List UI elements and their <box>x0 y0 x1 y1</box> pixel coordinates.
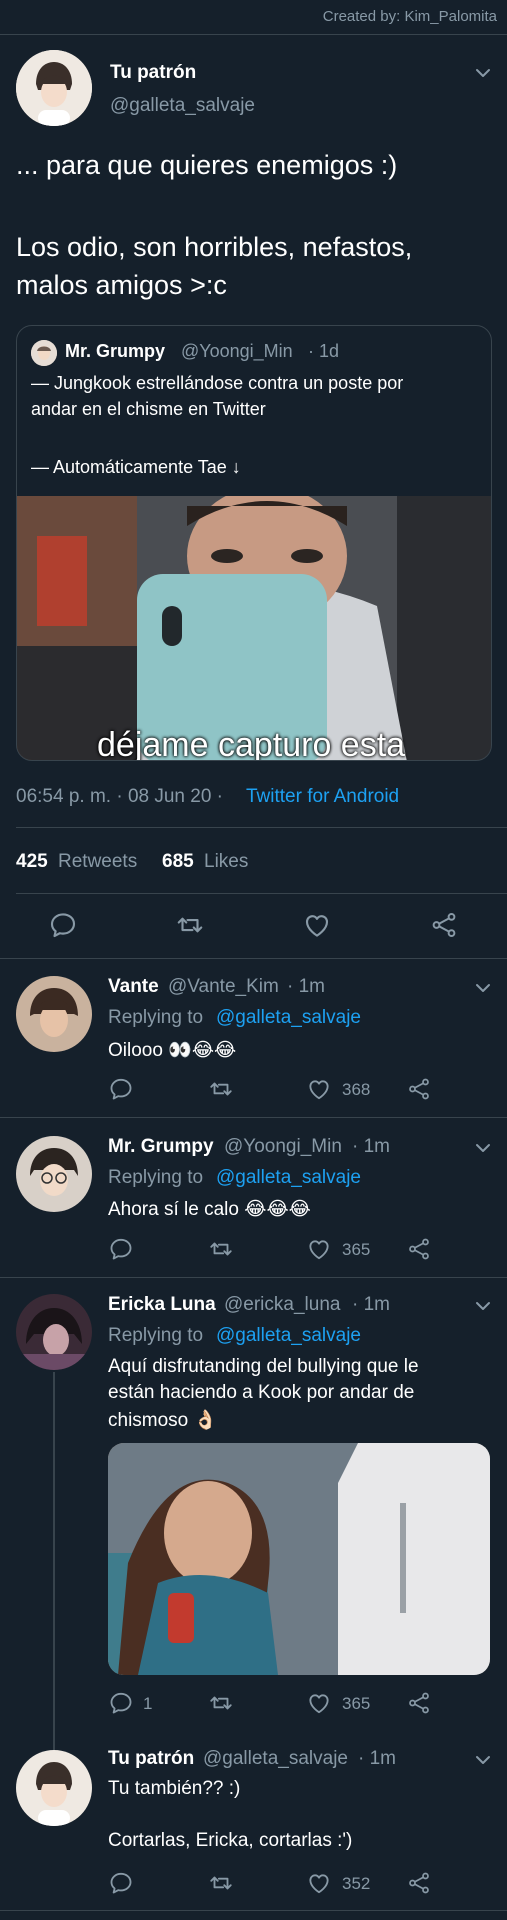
avatar-illustration <box>16 50 92 126</box>
share-icon[interactable] <box>406 1076 432 1102</box>
media-caption: déjame capturo esta <box>97 726 406 761</box>
display-name[interactable]: Vante <box>108 976 159 998</box>
tweet-text-line: Cortarlas, Ericka, cortarlas :') <box>108 1830 353 1851</box>
reply-icon[interactable] <box>108 1076 134 1102</box>
tweet-time: · 1m <box>352 1136 390 1157</box>
tweet-time: · 1m <box>358 1748 396 1769</box>
display-name[interactable]: Tu patrón <box>110 62 196 84</box>
avatar-illustration <box>16 1136 92 1212</box>
tweet-time: · 1m <box>352 1294 390 1315</box>
heart-icon[interactable] <box>306 1076 332 1102</box>
chevron-down-icon[interactable] <box>475 983 491 993</box>
chevron-down-icon[interactable] <box>475 1143 491 1153</box>
divider <box>0 1117 507 1118</box>
display-name[interactable]: Ericka Luna <box>108 1294 216 1316</box>
tweet-text-line: Aquí disfrutanding del bullying que le <box>108 1356 419 1377</box>
reply-count: 1 <box>143 1694 153 1713</box>
heart-icon[interactable] <box>306 1690 332 1716</box>
tweet-time: · 1m <box>287 976 325 997</box>
chevron-down-icon[interactable] <box>475 1301 491 1311</box>
quoted-time: · 1d <box>308 341 340 361</box>
quoted-text-line: andar en el chisme en Twitter <box>31 399 266 419</box>
divider <box>0 958 507 959</box>
handle[interactable]: @galleta_salvaje <box>203 1748 348 1770</box>
reply-icon[interactable] <box>108 1236 134 1262</box>
reply-media-image[interactable] <box>108 1443 490 1675</box>
quoted-display-name: Mr. Grumpy <box>65 341 166 361</box>
likes-count[interactable]: 685 <box>162 851 194 873</box>
avatar[interactable] <box>16 1750 92 1826</box>
handle[interactable]: @galleta_salvaje <box>110 95 255 117</box>
tweet-text: Ahora sí le calo 😂😂😂 <box>108 1199 311 1220</box>
replying-label: Replying to <box>108 1325 204 1346</box>
header-divider <box>0 34 507 35</box>
share-icon[interactable] <box>429 910 459 940</box>
divider <box>16 893 507 894</box>
like-count: 352 <box>342 1874 371 1893</box>
retweets-count[interactable]: 425 <box>16 851 48 873</box>
handle[interactable]: @Vante_Kim <box>168 976 279 998</box>
tweet-text-line: ... para que quieres enemigos :) <box>16 150 398 180</box>
tweet-timestamp: 06:54 p. m. · 08 Jun 20 · <box>16 786 224 807</box>
tweet-text-line: chismoso 👌🏻 <box>108 1410 218 1431</box>
avatar-illustration <box>16 1294 92 1370</box>
avatar-illustration <box>16 976 92 1052</box>
like-count: 365 <box>342 1240 371 1259</box>
divider <box>16 827 507 828</box>
heart-icon[interactable] <box>306 1236 332 1262</box>
likes-label[interactable]: Likes <box>204 851 248 873</box>
replying-label: Replying to <box>108 1167 204 1188</box>
quoted-text-line: — Jungkook estrellándose contra un poste… <box>31 373 404 393</box>
retweets-label[interactable]: Retweets <box>58 851 137 873</box>
share-icon[interactable] <box>406 1690 432 1716</box>
retweet-icon[interactable] <box>208 1236 234 1262</box>
retweet-icon[interactable] <box>208 1690 234 1716</box>
handle[interactable]: @ericka_luna <box>224 1294 340 1316</box>
avatar[interactable] <box>16 976 92 1052</box>
retweet-icon[interactable] <box>208 1076 234 1102</box>
avatar-illustration <box>16 1750 92 1826</box>
heart-icon[interactable] <box>306 1870 332 1896</box>
divider <box>0 1277 507 1278</box>
like-count: 368 <box>342 1080 371 1099</box>
avatar[interactable] <box>16 1136 92 1212</box>
chevron-down-icon[interactable] <box>475 1755 491 1765</box>
replying-to-link[interactable]: @galleta_salvaje <box>216 1167 361 1189</box>
divider <box>0 1910 507 1911</box>
handle[interactable]: @Yoongi_Min <box>224 1136 342 1158</box>
tweet-text-line: malos amigos >:c <box>16 270 227 300</box>
reply-icon[interactable] <box>108 1690 134 1716</box>
retweet-icon[interactable] <box>175 910 205 940</box>
reply-icon[interactable] <box>48 910 78 940</box>
tweet-text-line: Tu también?? :) <box>108 1778 241 1799</box>
retweet-icon[interactable] <box>208 1870 234 1896</box>
tweet-source-link[interactable]: Twitter for Android <box>246 786 399 808</box>
tweet-text: Oilooo 👀😂😂 <box>108 1040 237 1061</box>
quoted-handle: @Yoongi_Min <box>181 341 293 361</box>
quoted-avatar-illustration <box>31 340 57 366</box>
avatar[interactable] <box>16 50 92 126</box>
avatar[interactable] <box>16 1294 92 1370</box>
quoted-tweet[interactable]: Mr. Grumpy @Yoongi_Min · 1d — Jungkook e… <box>16 325 492 761</box>
quoted-text-line: — Automáticamente Tae ↓ <box>31 457 241 477</box>
quoted-avatar <box>31 340 57 366</box>
tweet-text-line: están haciendo a Kook por andar de <box>108 1382 415 1403</box>
tweet-text-line: Los odio, son horribles, nefastos, <box>16 232 413 262</box>
replying-label: Replying to <box>108 1007 204 1028</box>
replying-to-link[interactable]: @galleta_salvaje <box>216 1325 361 1347</box>
watermark: Created by: Kim_Palomita <box>322 8 497 25</box>
reply-media-illustration <box>108 1443 490 1675</box>
display-name[interactable]: Mr. Grumpy <box>108 1136 214 1158</box>
thread-line <box>53 1372 55 1750</box>
chevron-down-icon[interactable] <box>475 68 491 78</box>
heart-icon[interactable] <box>302 910 332 940</box>
like-count: 365 <box>342 1694 371 1713</box>
display-name[interactable]: Tu patrón <box>108 1748 194 1770</box>
share-icon[interactable] <box>406 1870 432 1896</box>
quoted-media-illustration <box>17 496 491 760</box>
reply-icon[interactable] <box>108 1870 134 1896</box>
replying-to-link[interactable]: @galleta_salvaje <box>216 1007 361 1029</box>
quoted-media-image[interactable]: déjame capturo esta <box>17 496 491 761</box>
share-icon[interactable] <box>406 1236 432 1262</box>
